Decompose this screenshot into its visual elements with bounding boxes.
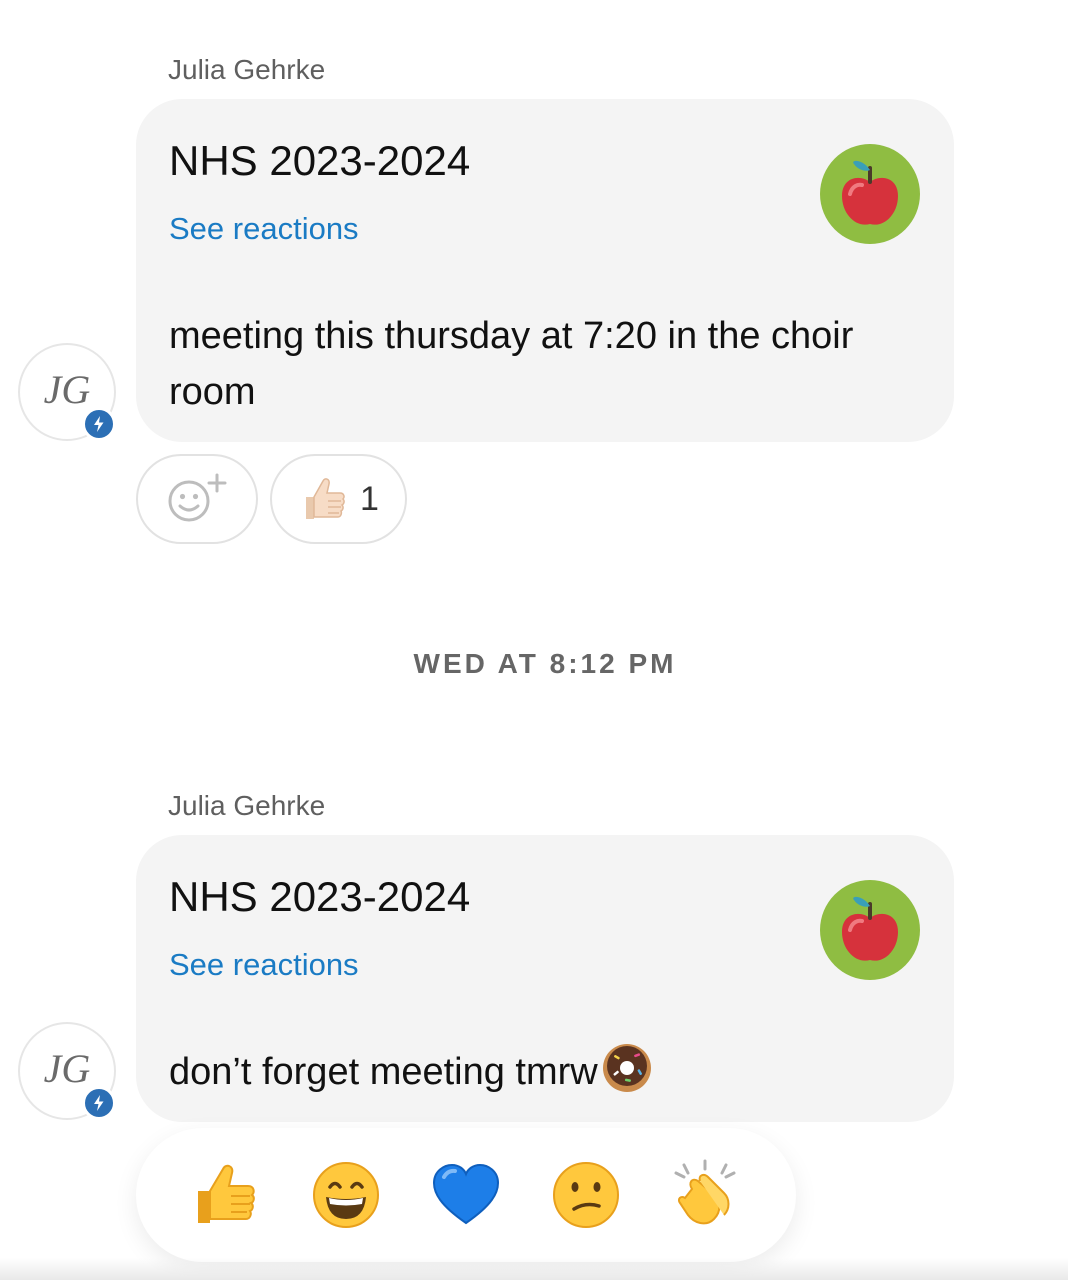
lightning-bolt-icon <box>94 416 104 432</box>
confused-face-icon[interactable] <box>550 1159 622 1231</box>
group-title: NHS 2023-2024 <box>169 137 471 184</box>
group-avatar[interactable] <box>820 144 920 244</box>
message-text: don’t forget meeting tmrw <box>169 1051 598 1093</box>
reaction-thumbs-up[interactable]: 1 <box>270 454 407 544</box>
thumbs-up-light-skin-icon <box>306 478 345 519</box>
group-title: NHS 2023-2024 <box>169 873 471 920</box>
message-bubble[interactable]: NHS 2023-2024 See reactions meeting this… <box>136 99 954 442</box>
sender-name: Julia Gehrke <box>168 790 326 821</box>
bolt-badge <box>82 1086 116 1120</box>
bolt-badge <box>82 407 116 441</box>
grinning-face-icon[interactable] <box>310 1159 382 1231</box>
bottom-fade <box>0 1258 1068 1280</box>
message-bubble[interactable]: NHS 2023-2024 See reactions don’t forget… <box>136 835 954 1122</box>
apple-icon <box>842 160 898 225</box>
see-reactions-link[interactable]: See reactions <box>169 211 359 247</box>
avatar[interactable]: JG <box>18 1022 116 1120</box>
avatar[interactable]: JG <box>18 343 116 441</box>
thumbs-up-icon[interactable] <box>190 1159 262 1231</box>
message-text-row: don’t forget meeting tmrw <box>169 1044 894 1100</box>
sender-name: Julia Gehrke <box>168 54 326 85</box>
clapping-hands-icon[interactable] <box>670 1159 742 1231</box>
see-reactions-link[interactable]: See reactions <box>169 947 359 983</box>
avatar-initials: JG <box>43 1045 91 1091</box>
lightning-bolt-icon <box>94 1095 104 1111</box>
reaction-count: 1 <box>360 479 379 518</box>
emoji-reaction-tray <box>136 1128 796 1262</box>
message-text: meeting this thursday at 7:20 in the cho… <box>169 315 854 413</box>
add-emoji-icon <box>168 473 227 522</box>
group-avatar[interactable] <box>820 880 920 980</box>
add-reaction-button[interactable] <box>136 454 258 544</box>
apple-icon <box>842 896 898 961</box>
blue-heart-icon[interactable] <box>430 1159 502 1231</box>
donut-icon <box>602 1044 651 1092</box>
avatar-initials: JG <box>43 366 91 412</box>
timestamp-divider: WED AT 8:12 PM <box>413 648 677 679</box>
